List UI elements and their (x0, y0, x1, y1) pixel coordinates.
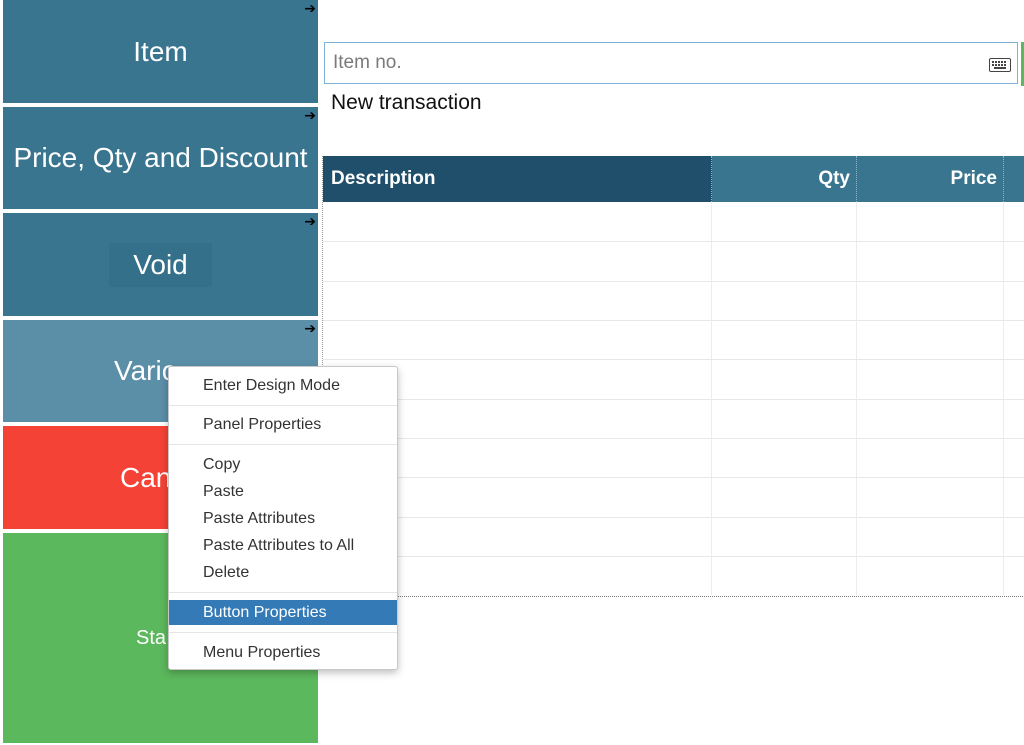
menu-item-enter-design-mode[interactable]: Enter Design Mode (169, 373, 397, 398)
item-number-field[interactable] (324, 42, 1018, 84)
table-row[interactable] (323, 281, 1024, 321)
menu-divider (169, 444, 397, 445)
table-row[interactable] (323, 517, 1024, 557)
item-button[interactable]: ➔ Item (3, 0, 318, 103)
menu-item-paste-attributes-to-all[interactable]: Paste Attributes to All (169, 533, 397, 558)
price-qty-discount-button[interactable]: ➔ Price, Qty and Discount (3, 107, 318, 209)
table-row[interactable] (323, 478, 1024, 518)
table-row[interactable] (323, 360, 1024, 400)
transaction-grid[interactable]: Description Qty Price (322, 156, 1024, 597)
price-qty-discount-label: Price, Qty and Discount (13, 142, 308, 173)
menu-item-panel-properties[interactable]: Panel Properties (169, 412, 397, 437)
table-row[interactable] (323, 202, 1024, 242)
table-row[interactable] (323, 320, 1024, 360)
start-button-label: Sta (136, 626, 167, 649)
menu-item-button-properties[interactable]: Button Properties (169, 600, 397, 625)
table-row[interactable] (323, 556, 1024, 595)
keyboard-icon[interactable] (989, 58, 1011, 77)
item-button-label: Item (133, 35, 188, 67)
void-button-label: Void (109, 242, 212, 287)
menu-item-delete[interactable]: Delete (169, 560, 397, 585)
arrow-icon: ➔ (304, 108, 316, 124)
menu-item-paste-attributes[interactable]: Paste Attributes (169, 506, 397, 531)
void-button[interactable]: ➔ Void (3, 213, 318, 316)
table-row[interactable] (323, 399, 1024, 439)
arrow-icon: ➔ (304, 321, 316, 337)
column-price[interactable]: Price (857, 156, 1004, 202)
table-row[interactable] (323, 438, 1024, 478)
arrow-icon: ➔ (304, 214, 316, 230)
arrow-icon: ➔ (304, 1, 316, 17)
transaction-status: New transaction (331, 91, 482, 114)
item-number-input[interactable] (331, 51, 975, 75)
grid-header: Description Qty Price (323, 156, 1024, 202)
column-extra (1004, 156, 1024, 202)
menu-item-paste[interactable]: Paste (169, 479, 397, 504)
context-menu: Enter Design Mode Panel Properties Copy … (168, 366, 398, 670)
column-qty[interactable]: Qty (712, 156, 857, 202)
column-description[interactable]: Description (323, 156, 712, 202)
menu-divider (169, 405, 397, 406)
cancel-button-label: Can (120, 461, 172, 493)
menu-item-menu-properties[interactable]: Menu Properties (169, 640, 397, 665)
menu-divider (169, 592, 397, 593)
table-row[interactable] (323, 242, 1024, 282)
menu-divider (169, 632, 397, 633)
menu-item-copy[interactable]: Copy (169, 452, 397, 477)
